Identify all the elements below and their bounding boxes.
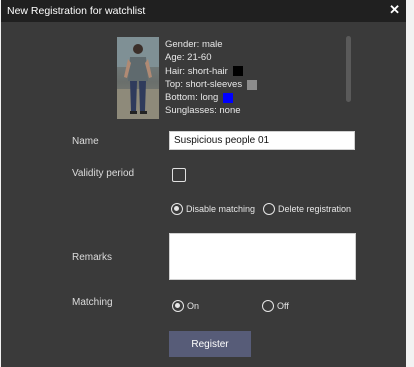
delete-registration-label: Delete registration (278, 204, 352, 214)
attribute-hair: Hair: short-hair (165, 65, 257, 78)
disable-matching-label: Disable matching (186, 204, 256, 214)
delete-registration-radio[interactable]: Delete registration (263, 203, 351, 215)
attribute-top: Top: short-sleeves (165, 78, 258, 91)
matching-on-radio[interactable]: On (172, 300, 199, 312)
title-bar: New Registration for watchlist ✕ (1, 0, 406, 22)
hair-color-swatch (232, 66, 243, 77)
close-icon[interactable]: ✕ (389, 3, 400, 17)
disable-matching-radio[interactable]: Disable matching (171, 203, 255, 215)
radio-unselected-icon (262, 300, 274, 312)
matching-off-label: Off (277, 301, 289, 311)
radio-selected-icon (171, 203, 183, 215)
bottom-color-swatch (223, 92, 234, 103)
matching-on-label: On (187, 301, 200, 311)
validity-period-checkbox[interactable] (172, 168, 186, 182)
attribute-age: Age: 21-60 (165, 52, 212, 64)
remarks-textarea[interactable] (169, 233, 356, 280)
matching-off-radio[interactable]: Off (262, 300, 289, 312)
registration-dialog: New Registration for watchlist ✕ Gender:… (1, 0, 406, 367)
top-color-swatch (247, 79, 258, 90)
attributes-scrollbar[interactable] (346, 36, 351, 102)
person-silhouette (117, 37, 159, 119)
name-input[interactable] (169, 131, 355, 150)
register-button[interactable]: Register (169, 331, 251, 357)
attribute-gender: Gender: male (165, 39, 223, 50)
attribute-sunglasses: Sunglasses: none (165, 105, 241, 117)
name-label: Name (72, 136, 99, 147)
matching-label: Matching (72, 297, 113, 308)
attribute-bottom: Bottom: long (165, 91, 257, 104)
validity-period-label: Validity period (72, 168, 135, 179)
person-attributes: Gender: male Age: 21-60 Hair: short-hair… (165, 38, 258, 118)
radio-selected-icon (172, 300, 184, 312)
dialog-title: New Registration for watchlist (7, 5, 146, 17)
person-photo (117, 37, 159, 119)
remarks-label: Remarks (72, 252, 113, 263)
radio-unselected-icon (263, 203, 275, 215)
